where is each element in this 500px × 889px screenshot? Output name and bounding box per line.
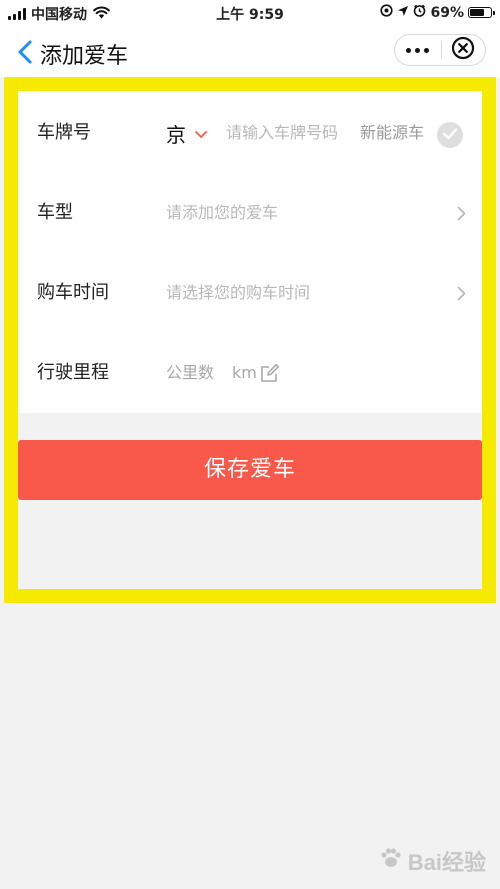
back-button[interactable]: 添加爱车 <box>18 38 128 70</box>
watermark-text: Bai经验 <box>407 850 486 875</box>
alarm-icon <box>413 4 426 21</box>
highlight-frame <box>4 77 496 603</box>
watermark: Bai经验 <box>378 845 486 877</box>
status-right: 69% <box>380 4 495 21</box>
at-sign-icon <box>380 4 394 21</box>
location-arrow-icon <box>397 5 409 21</box>
chevron-left-icon <box>18 40 32 68</box>
more-button[interactable] <box>395 35 441 65</box>
page-title: 添加爱车 <box>40 44 129 69</box>
nav-bar: 添加爱车 <box>0 26 500 78</box>
close-button[interactable] <box>441 35 485 65</box>
more-dots-icon <box>406 47 412 53</box>
paw-icon <box>378 845 404 877</box>
close-circle-icon <box>451 36 475 64</box>
mini-program-capsule <box>394 34 486 66</box>
battery-icon <box>468 7 495 18</box>
battery-percent: 69% <box>430 4 464 21</box>
battery-fill <box>470 9 484 16</box>
status-bar: 中国移动 上午 9:59 69% <box>0 0 500 26</box>
